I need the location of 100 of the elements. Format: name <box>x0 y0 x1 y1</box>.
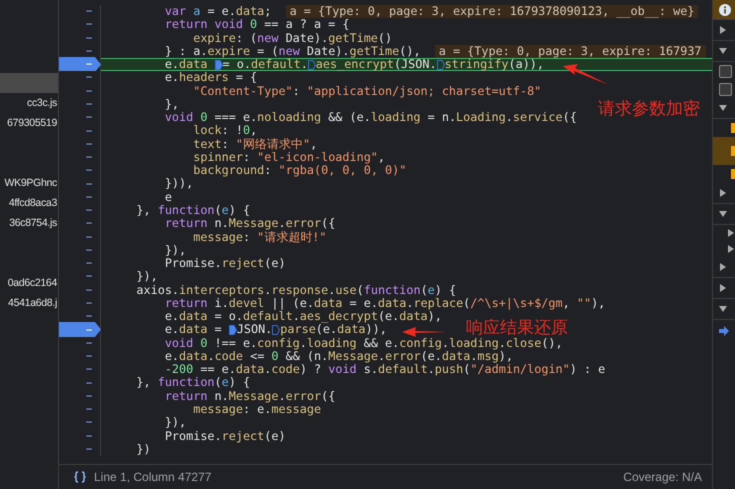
inline-breakpoint-icon[interactable] <box>272 325 280 335</box>
line-marker: – <box>86 257 92 270</box>
inline-value: a = {Type: 0, page: 3, expire: 167937 <box>434 44 706 58</box>
code-line: e <box>164 190 172 204</box>
line-marker: – <box>86 284 92 297</box>
line-marker: – <box>86 5 92 18</box>
code-line: message: "请求超时!" <box>192 230 326 244</box>
line-marker: – <box>86 98 92 111</box>
checkbox[interactable] <box>719 64 732 78</box>
line-marker: – <box>86 324 92 336</box>
line-marker: – <box>86 124 92 138</box>
file-tree-item[interactable]: 0ad6c2164 <box>0 273 58 293</box>
line-marker: – <box>86 164 92 178</box>
code-line: message: e.message <box>192 402 322 416</box>
collapse-triangle-icon[interactable] <box>727 229 735 237</box>
line-marker: – <box>86 138 92 151</box>
code-line: return void 0 == a ? a = { <box>164 18 350 32</box>
collapse-triangle-icon <box>719 26 727 34</box>
line-marker: – <box>86 270 92 284</box>
code-line: }), <box>164 416 186 430</box>
line-gutter[interactable]: – <box>59 71 101 85</box>
code-line: Promise.reject(e) <box>164 430 286 443</box>
line-marker: – <box>86 217 92 230</box>
code-line: void 0 !== e.config.loading && e.config.loading.close(), <box>164 336 563 350</box>
inline-value: a = {Type: 0, page: 3, expire: 1679378090123, __ob__: we} <box>286 5 698 18</box>
line-marker: – <box>86 190 92 204</box>
inline-breakpoint-icon[interactable] <box>228 325 237 335</box>
code-line: lock: !0, <box>192 124 258 138</box>
code-line: axios.interceptors.response.use(function(e) { <box>135 284 456 297</box>
collapse-triangle-icon <box>719 284 727 292</box>
code-line: }, function(e) { <box>135 376 250 390</box>
line-marker: – <box>86 18 92 32</box>
code-line: var a = e.data; a = {Type: 0, page: 3, expire: 1679378090123, __ob__: we} <box>108 5 698 18</box>
line-marker: – <box>86 403 92 416</box>
pretty-print-icon[interactable] <box>73 471 87 483</box>
code-line: e.data = o.default.aes_decrypt(e.data), <box>164 310 442 324</box>
line-marker: – <box>86 58 92 72</box>
line-marker: – <box>86 416 92 430</box>
collapse-triangle-icon <box>719 189 727 197</box>
line-gutter[interactable]: – <box>59 58 101 72</box>
file-tree-item[interactable]: 4541a6d8.j <box>0 293 58 313</box>
code-line: spinner: "el-icon-loading", <box>192 150 386 164</box>
expand-triangle-icon <box>719 305 727 313</box>
inline-breakpoint-icon[interactable] <box>308 60 316 70</box>
code-line: }), <box>164 244 186 258</box>
code-line: "Content-Type": "application/json; charset=utf-8" <box>192 84 542 98</box>
line-marker: – <box>86 336 92 350</box>
line-marker: – <box>86 430 92 443</box>
line-marker: – <box>86 44 92 58</box>
inline-breakpoint-icon[interactable] <box>214 60 223 70</box>
line-marker: – <box>86 296 92 310</box>
file-tree-item[interactable]: 679305519 <box>0 113 58 133</box>
code-line: }), <box>135 270 158 284</box>
line-gutter[interactable]: – <box>59 323 101 337</box>
line-marker: – <box>86 71 92 84</box>
current-frame-arrow-icon <box>719 326 729 336</box>
line-marker: – <box>86 230 92 244</box>
expand-triangle-icon <box>719 104 727 112</box>
code-line: Promise.reject(e) <box>164 257 286 270</box>
expand-triangle-icon <box>719 47 727 55</box>
list-entry[interactable] <box>713 137 735 165</box>
code-line: e.data = JSON. parse(e.data)), <box>164 323 387 337</box>
inline-breakpoint-icon[interactable] <box>436 60 445 70</box>
line-marker: – <box>86 310 92 324</box>
annotation-arrow <box>562 62 610 86</box>
collapse-triangle-icon[interactable] <box>727 245 735 253</box>
line-marker: – <box>86 84 92 98</box>
code-line: return n.Message.error({ <box>164 390 336 403</box>
line-marker: – <box>86 442 92 456</box>
code-line: void 0 === e.noloading && (e.loading = n.Loading.service({ <box>164 111 577 124</box>
code-line: }) <box>135 442 151 456</box>
code-line: background: "rgba(0, 0, 0, 0)" <box>192 164 406 178</box>
line-marker: – <box>86 376 92 390</box>
code-line: -200 == e.data.code) ? void s.default.push("/admin/login") : e <box>164 363 606 376</box>
cursor-position: Line 1, Column 47277 <box>94 470 212 484</box>
annotation-text: 请求参数加密 <box>598 98 700 120</box>
file-tree-item[interactable]: cc3c.js <box>0 93 58 113</box>
file-tree-item[interactable]: WK9PGhnc <box>0 173 58 193</box>
code-line: })), <box>164 177 194 191</box>
code-line: text: "网络请求中", <box>192 138 318 151</box>
code-line: }, <box>164 98 180 112</box>
code-line: return n.Message.error({ <box>164 217 336 231</box>
collapse-triangle-icon <box>719 263 727 271</box>
line-marker: – <box>86 350 92 364</box>
expand-triangle-icon <box>719 210 727 218</box>
code-line: expire: (new Date).getTime() <box>192 32 392 45</box>
file-tree-item[interactable]: 4ffcd8aca3 <box>0 193 58 213</box>
line-marker: – <box>86 363 92 376</box>
coverage-status: Coverage: N/A <box>623 470 702 484</box>
code-line: return i.devel || (e.data = e.data.replace(/^\s+|\s+$/gm, ""), <box>164 296 606 310</box>
line-marker: – <box>86 151 92 164</box>
line-marker: – <box>86 390 92 403</box>
line-marker: – <box>86 204 92 218</box>
checkbox[interactable] <box>719 82 732 96</box>
line-marker: – <box>86 111 92 124</box>
file-tree-item[interactable]: 36c8754.js <box>0 213 58 233</box>
code-line: e.headers = { <box>164 71 258 85</box>
line-marker: – <box>86 244 92 257</box>
annotation-text: 响应结果还原 <box>466 317 568 338</box>
line-marker: – <box>86 32 92 45</box>
